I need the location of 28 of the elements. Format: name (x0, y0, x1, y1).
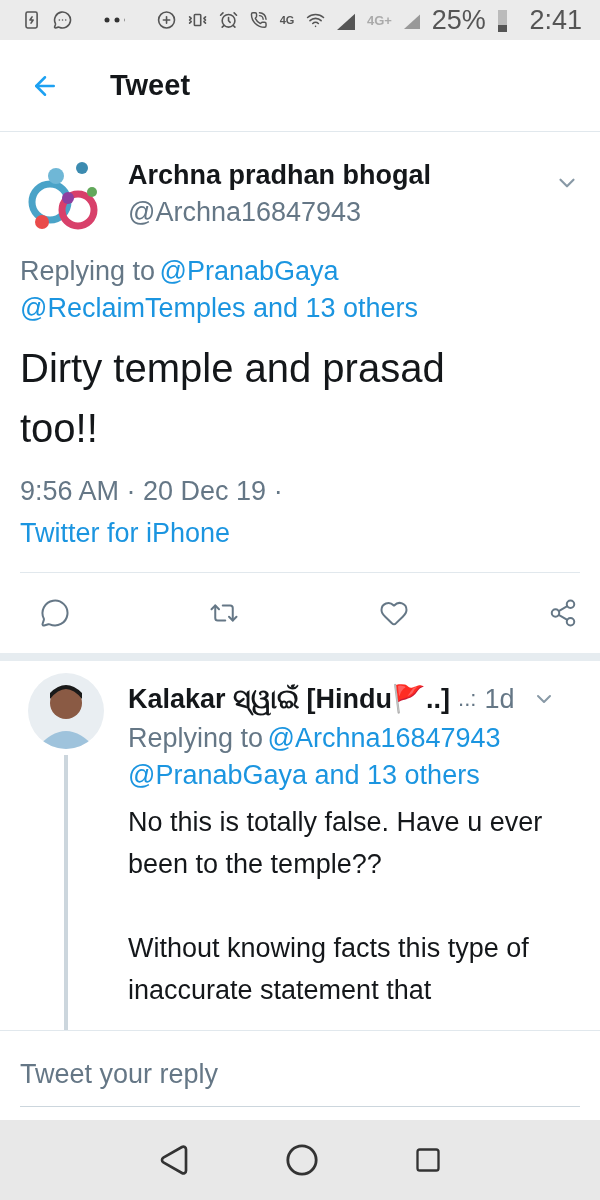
user-handle[interactable]: @Archna16847943 (128, 197, 534, 228)
clock: 2:41 (529, 4, 582, 36)
replying-label: Replying to (20, 256, 156, 286)
network-label: 4G+ (366, 12, 392, 28)
tweet-age: 1d (484, 683, 515, 715)
battery-percent: 25% (431, 4, 486, 36)
reply-text: Without knowing facts this type of inaccurate statement that (128, 932, 530, 1007)
recents-nav-icon[interactable] (414, 1146, 443, 1174)
share-icon[interactable] (548, 598, 578, 628)
more-label: ..: (458, 686, 477, 712)
mention-link[interactable]: @PranabGaya and 13 others (128, 760, 580, 791)
tweet-timestamp: 9:56 AM · 20 Dec 19 · (20, 475, 283, 508)
mention-link[interactable]: @Archna16847943 (267, 723, 501, 753)
replying-label: Replying to (128, 723, 264, 753)
home-nav-icon[interactable] (285, 1143, 319, 1177)
user-name[interactable]: Kalakar ସ୍ୱାଇଁ [Hindu🚩..] (128, 683, 451, 715)
battery-icon (497, 8, 508, 32)
reply-text: No this is totally false. Have u ever been to the temple?? (128, 806, 544, 881)
mention-link[interactable]: @PranabGaya (159, 256, 339, 286)
tweet-text: Dirty temple and prasad too!! (20, 345, 446, 452)
source-link[interactable]: Twitter for iPhone (20, 512, 231, 554)
messenger-icon (53, 8, 73, 32)
network-label: 4G (279, 14, 295, 26)
phone-icon (250, 9, 268, 31)
header-title: Tweet (110, 69, 191, 102)
reply-icon[interactable] (40, 598, 70, 628)
mention-link[interactable]: @ReclaimTemples and 13 others (20, 293, 580, 324)
user-name[interactable]: Archna pradhan bhogal (128, 160, 534, 191)
